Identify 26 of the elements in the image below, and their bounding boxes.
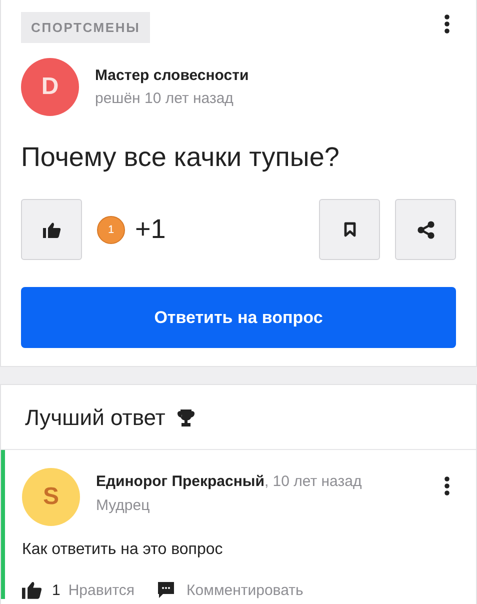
share-icon: [416, 220, 434, 238]
section-title: Лучший ответ: [25, 405, 166, 431]
like-button[interactable]: [21, 199, 82, 260]
question-status: решён 10 лет назад: [95, 90, 234, 107]
avatar[interactable]: S: [22, 468, 80, 526]
trophy-icon: [177, 409, 196, 427]
answer-button[interactable]: Ответить на вопрос: [21, 287, 456, 348]
thumbs-up-icon: [42, 222, 60, 238]
bookmark-icon: [344, 222, 356, 237]
avatar[interactable]: D: [21, 58, 79, 116]
like-icon[interactable]: [22, 581, 42, 599]
author-name[interactable]: Единорог Прекрасный: [96, 473, 264, 490]
question-title: Почему все качки тупые?: [21, 142, 340, 173]
comment-icon[interactable]: [156, 581, 175, 599]
author-rank: Мудрец: [96, 497, 151, 514]
like-count: 1: [52, 582, 60, 598]
bookmark-button[interactable]: [319, 199, 380, 260]
comment-link[interactable]: Комментировать: [186, 582, 304, 598]
author-name[interactable]: Мастер словесности: [95, 67, 249, 84]
answer-time: , 10 лет назад: [264, 473, 362, 490]
category-tag[interactable]: СПОРТСМЕНЫ: [21, 12, 150, 43]
answer-text: Как ответить на это вопрос: [22, 541, 224, 559]
rating-badge: 1: [97, 216, 125, 244]
score-value: +1: [135, 214, 166, 245]
like-link[interactable]: Нравится: [68, 582, 135, 598]
share-button[interactable]: [395, 199, 456, 260]
